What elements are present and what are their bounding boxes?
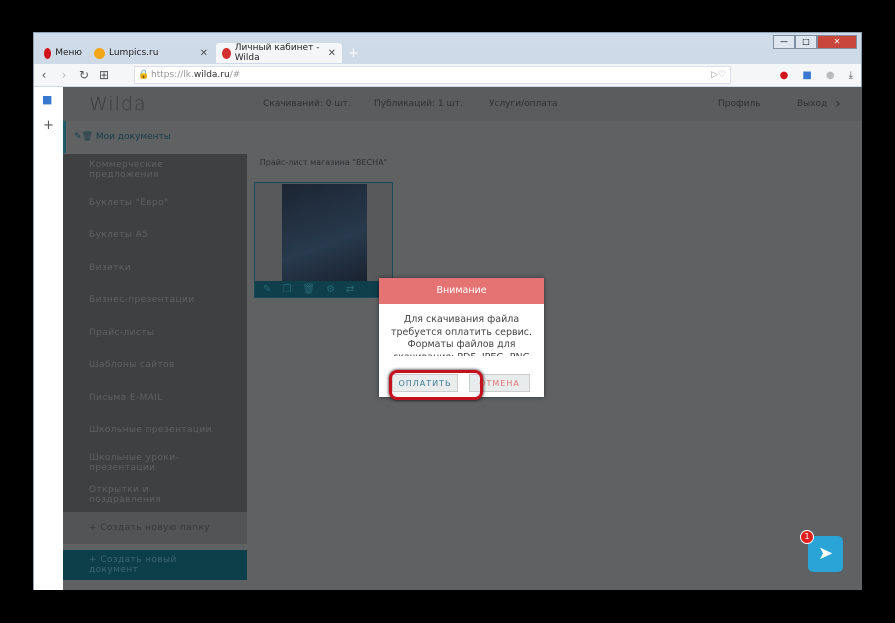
bookmark-heart-icon[interactable]: ▷♡: [711, 70, 726, 80]
sidebar-item[interactable]: Шаблоны сайтов: [63, 349, 247, 382]
browser-window: Меню Lumpics.ru ✕ Личный кабинет - Wilda ✕…: [33, 32, 862, 590]
document-card[interactable]: ✎ ❐ 🗑 ⚙ ⇄: [254, 182, 393, 298]
opera-vpn-icon[interactable]: ●: [780, 70, 789, 81]
sidebar-item[interactable]: Буклеты "Евро": [63, 186, 247, 219]
close-tab-icon[interactable]: ✕: [200, 48, 208, 59]
maximize-button[interactable]: □: [795, 35, 817, 49]
publications-count: Публикаций: 1 шт.: [374, 99, 463, 109]
sidebar-item[interactable]: Открытки и поздравления: [63, 479, 247, 512]
close-tab-icon[interactable]: ✕: [328, 48, 336, 59]
document-thumbnail[interactable]: [282, 184, 367, 282]
sidebar-item[interactable]: Визитки: [63, 251, 247, 284]
edit-trash-icon[interactable]: ✎🗑: [74, 132, 96, 142]
create-document-button[interactable]: + Создать новый документ: [63, 550, 247, 580]
tab-menu[interactable]: Меню: [38, 43, 88, 63]
copy-icon[interactable]: ❐: [282, 284, 291, 295]
favicon-icon: [94, 47, 105, 59]
sidebar-item[interactable]: Коммерческие предложения: [63, 154, 247, 187]
create-folder-button[interactable]: + Создать новую папку: [63, 511, 247, 544]
add-icon[interactable]: +: [43, 118, 54, 133]
sidebar-item[interactable]: Буклеты А5: [63, 219, 247, 252]
sidebar-item[interactable]: Бизнес-презентации: [63, 284, 247, 317]
highlight-outline: [389, 370, 483, 400]
new-tab-button[interactable]: +: [342, 43, 365, 63]
downloads-count: Скачиваний: 0 шт.: [263, 99, 351, 109]
back-icon[interactable]: ‹: [34, 68, 54, 82]
site-header: Wilda Скачиваний: 0 шт. Публикаций: 1 шт…: [63, 87, 862, 121]
sidebar-item[interactable]: Прайс-листы: [63, 316, 247, 349]
attention-dialog: Внимание Для скачивания файла требуется …: [379, 278, 544, 400]
minimize-button[interactable]: —: [773, 35, 795, 49]
address-bar-row: ‹ › ↻ ⊞ 🔒 https://lk. wilda.ru/# ▷♡ ● ■ ● ⤓: [34, 64, 861, 86]
translate-icon[interactable]: ■: [42, 93, 55, 106]
download-icon[interactable]: ⤓: [849, 70, 853, 81]
paper-plane-icon: ➤: [817, 543, 834, 564]
dialog-message: Для скачивания файла требуется оплатить …: [390, 314, 533, 356]
sidebar-item[interactable]: Школьные уроки-презентации: [63, 446, 247, 479]
settings-icon[interactable]: ⚙: [326, 284, 335, 295]
document-actions: ✎ ❐ 🗑 ⚙ ⇄: [255, 281, 392, 297]
tab-bar: Меню Lumpics.ru ✕ Личный кабинет - Wilda ✕…: [34, 35, 861, 63]
sidebar-item[interactable]: Письма E-MAIL: [63, 381, 247, 414]
forward-icon[interactable]: ›: [54, 68, 74, 82]
opera-sidebar: ■ +: [34, 87, 63, 590]
reload-icon[interactable]: ↻: [74, 68, 94, 82]
logo[interactable]: Wilda: [89, 93, 147, 115]
dialog-title: Внимание: [379, 278, 544, 304]
window-controls: — □ ✕: [773, 35, 857, 49]
tab-lumpics[interactable]: Lumpics.ru ✕: [88, 43, 214, 63]
trash-icon[interactable]: 🗑: [302, 284, 315, 295]
url-input[interactable]: 🔒 https://lk. wilda.ru/# ▷♡: [134, 66, 731, 84]
services-link[interactable]: Услуги/оплата: [489, 99, 558, 109]
sidebar: Коммерческие предложения Буклеты "Евро" …: [63, 154, 247, 580]
document-title: Прайс-лист магазина "ВЕСНА": [259, 158, 388, 167]
pay-button[interactable]: ОПЛАТИТЬ: [389, 370, 483, 400]
page-content: Wilda Скачиваний: 0 шт. Публикаций: 1 шт…: [63, 87, 862, 590]
share-icon[interactable]: ⇄: [346, 284, 354, 295]
translate-icon[interactable]: ■: [802, 70, 811, 81]
breadcrumb: ✎🗑 Мои документы: [63, 121, 862, 153]
notification-badge: 1: [800, 530, 814, 544]
edit-icon[interactable]: ✎: [263, 284, 271, 295]
wilda-favicon-icon: [222, 47, 231, 59]
opera-icon: [44, 47, 52, 59]
lock-icon: 🔒: [138, 70, 150, 80]
tab-wilda[interactable]: Личный кабинет - Wilda ✕: [216, 43, 342, 63]
sidebar-item[interactable]: Школьные презентации: [63, 414, 247, 447]
telegram-chat-button[interactable]: ➤ 1: [800, 530, 843, 572]
speed-dial-icon[interactable]: ⊞: [94, 68, 114, 82]
logout-link[interactable]: Выход: [797, 99, 827, 109]
chevron-right-icon[interactable]: ›: [835, 96, 841, 112]
close-window-button[interactable]: ✕: [817, 35, 857, 49]
extension-icon[interactable]: ●: [826, 70, 835, 81]
profile-link[interactable]: Профиль: [718, 99, 761, 109]
